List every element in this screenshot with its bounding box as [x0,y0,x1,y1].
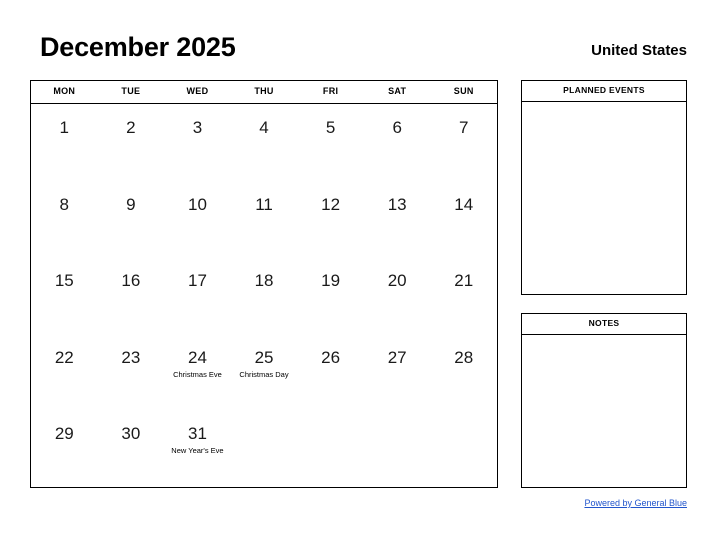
day-number: 23 [121,347,141,367]
calendar-day-cell-empty [430,410,497,487]
powered-by-link[interactable]: Powered by General Blue [584,497,687,509]
day-number: 16 [121,271,141,291]
calendar-day-cell[interactable]: 30 [98,410,165,487]
weekday-header-fri: FRI [322,86,339,96]
day-event-label: Christmas Eve [173,369,222,379]
day-number: 8 [59,194,70,214]
calendar-day-cell[interactable]: 4 [231,104,298,181]
calendar-day-cell[interactable]: 12 [297,181,364,258]
day-number: 11 [255,194,273,214]
calendar-day-cell[interactable]: 2 [98,104,165,181]
day-number: 21 [454,271,474,291]
day-number: 18 [254,271,274,291]
calendar-day-cell[interactable]: 5 [297,104,364,181]
day-number: 13 [387,194,407,214]
calendar-day-cell[interactable]: 25 Christmas Day [231,334,298,411]
calendar-day-cell[interactable]: 13 [364,181,431,258]
day-number: 3 [192,118,203,137]
planned-events-body[interactable] [522,102,686,294]
calendar-week-row: 22 23 24 Christmas Eve 25 Christmas Day … [31,334,497,411]
calendar-day-cell[interactable]: 9 [98,181,165,258]
day-number: 4 [259,118,269,137]
calendar-day-cell[interactable]: 18 [231,257,298,334]
calendar-day-cell-empty [297,410,364,487]
day-number: 29 [54,424,74,444]
day-number: 9 [126,194,136,214]
calendar-day-cell[interactable]: 20 [364,257,431,334]
calendar-day-cell[interactable]: 14 [430,181,497,258]
weekday-header-tue: TUE [121,86,141,96]
notes-panel: NOTES [521,313,687,488]
calendar-day-cell[interactable]: 29 [31,410,98,487]
day-number: 25 [254,347,274,367]
calendar-day-cell[interactable]: 10 [164,181,231,258]
day-number: 2 [126,118,136,137]
weekday-header-sat: SAT [388,86,407,96]
day-number: 31 [187,424,207,444]
day-event-label: New Year's Eve [171,446,224,456]
day-number: 12 [321,194,341,214]
calendar-day-cell[interactable]: 28 [430,334,497,411]
day-number: 30 [121,424,141,444]
weekday-header-wed: WED [186,86,209,96]
planned-events-title: PLANNED EVENTS [522,81,686,102]
day-number: 6 [392,118,402,137]
day-number: 27 [387,347,407,367]
calendar-day-cell[interactable]: 3 [164,104,231,181]
calendar-day-cell[interactable]: 7 [430,104,497,181]
day-number: 1 [59,118,70,137]
day-number: 14 [454,194,474,214]
day-number: 17 [187,271,207,291]
day-number: 10 [187,194,207,214]
day-event-label: Christmas Day [239,369,289,379]
calendar-grid: MON TUE WED THU FRI SAT SUN 1 2 3 4 5 6 … [30,80,498,488]
calendar-day-cell[interactable]: 22 [31,334,98,411]
day-number: 28 [454,347,474,367]
weekday-header-mon: MON [53,86,76,96]
calendar-day-cell[interactable]: 15 [31,257,98,334]
day-number: 7 [459,118,469,137]
calendar-day-cell[interactable]: 26 [297,334,364,411]
calendar-day-cell[interactable]: 19 [297,257,364,334]
calendar-day-cell[interactable]: 21 [430,257,497,334]
day-number: 24 [187,347,207,367]
day-number: 19 [321,271,341,291]
calendar-day-cell[interactable]: 17 [164,257,231,334]
calendar-day-cell-empty [231,410,298,487]
page-title: December 2025 [40,32,236,62]
calendar-day-cell[interactable]: 31 New Year's Eve [164,410,231,487]
calendar-week-row: 15 16 17 18 19 20 21 [31,257,497,334]
calendar-day-cell[interactable]: 11 [231,181,298,258]
calendar-day-cell[interactable]: 23 [98,334,165,411]
calendar-week-row: 29 30 31 New Year's Eve [31,410,497,487]
day-number: 5 [325,118,336,137]
calendar-day-cell[interactable]: 24 Christmas Eve [164,334,231,411]
calendar-day-cell[interactable]: 27 [364,334,431,411]
calendar-day-cell[interactable]: 6 [364,104,431,181]
notes-body[interactable] [522,335,686,487]
country-label: United States [591,42,687,59]
calendar-week-row: 1 2 3 4 5 6 7 [31,104,497,181]
day-number: 20 [387,271,407,291]
planned-events-panel: PLANNED EVENTS [521,80,687,295]
weekday-header-thu: THU [254,86,274,96]
calendar-weeks: 1 2 3 4 5 6 7 8 9 10 11 12 13 14 15 16 1… [31,104,497,487]
calendar-day-cell[interactable]: 16 [98,257,165,334]
day-number: 15 [54,271,74,291]
calendar-page: December 2025 United States MON TUE WED … [0,0,712,550]
weekday-header-sun: SUN [453,86,474,96]
day-number: 22 [54,347,74,367]
day-number: 26 [321,347,341,367]
notes-title: NOTES [522,314,686,335]
calendar-week-row: 8 9 10 11 12 13 14 [31,181,497,258]
calendar-day-cell-empty [364,410,431,487]
calendar-day-cell[interactable]: 1 [31,104,98,181]
calendar-day-cell[interactable]: 8 [31,181,98,258]
weekday-header-row: MON TUE WED THU FRI SAT SUN [31,81,497,104]
